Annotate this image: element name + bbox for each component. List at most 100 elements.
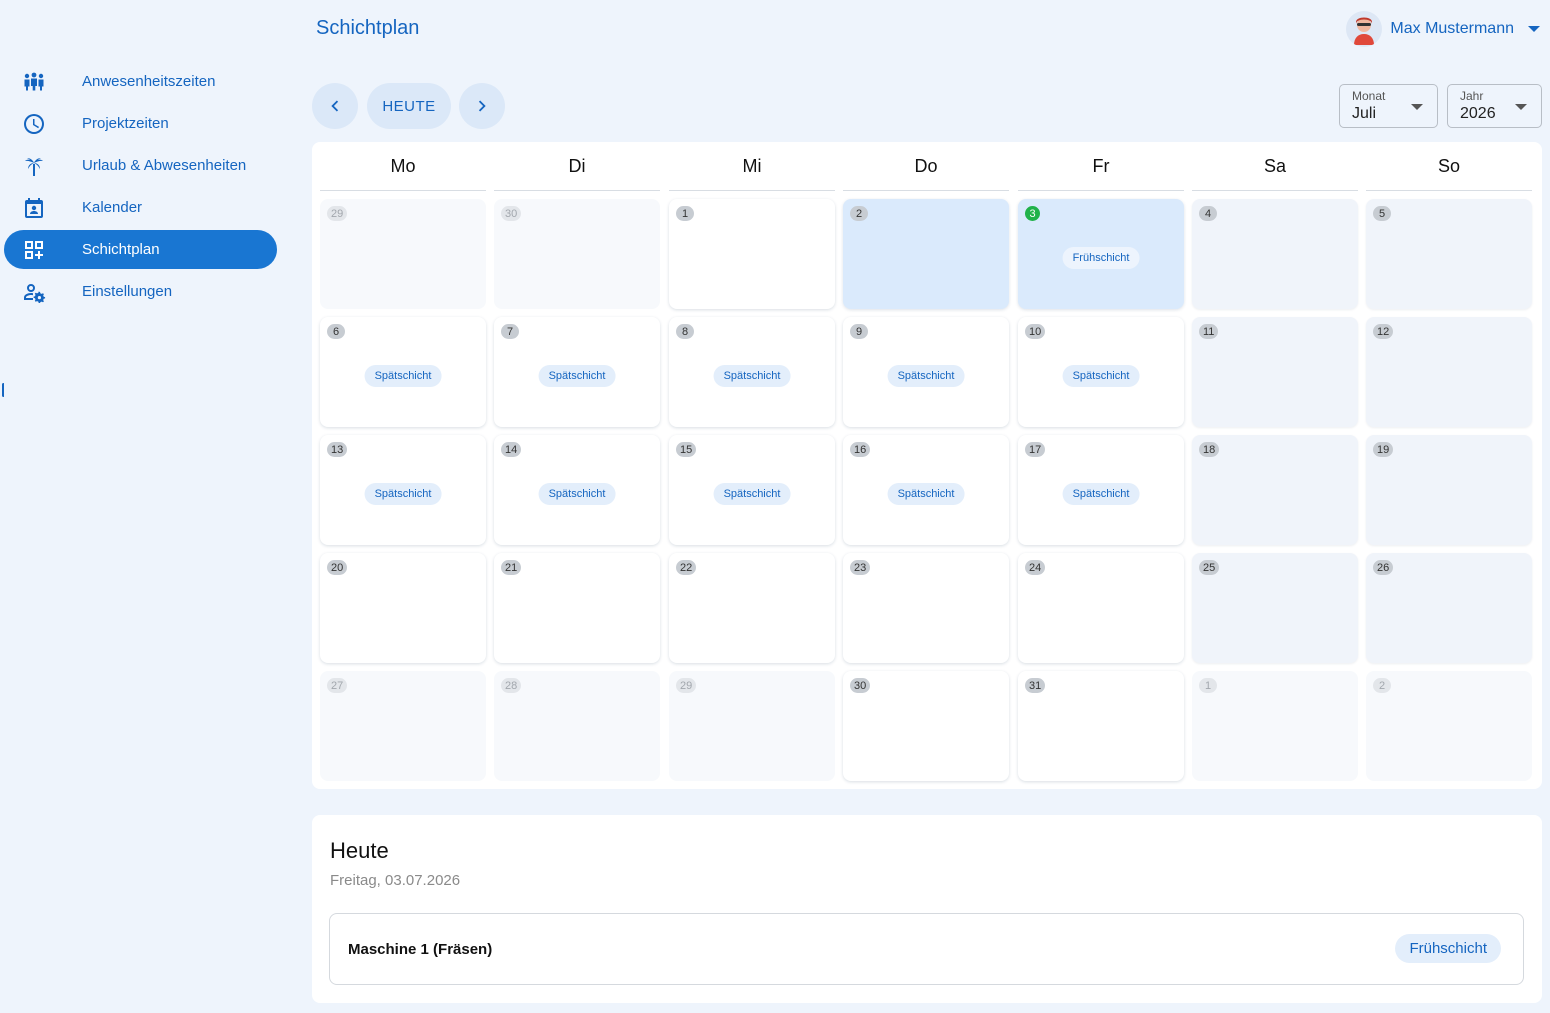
sidebar-item-projektzeiten[interactable]: Projektzeiten <box>4 104 277 143</box>
calendar-day-cell[interactable]: 24 <box>1018 553 1184 663</box>
month-select-label: Monat <box>1352 89 1386 103</box>
year-select[interactable]: Jahr 2026 <box>1447 84 1542 128</box>
shift-entry-machine: Maschine 1 (Fräsen) <box>348 941 493 958</box>
sidebar-item-label: Anwesenheitszeiten <box>82 73 216 90</box>
calendar-day-cell[interactable]: 11 <box>1192 317 1358 427</box>
shift-badge[interactable]: Spätschicht <box>1062 365 1140 387</box>
sidebar-item-schichtplan[interactable]: Schichtplan <box>4 230 277 269</box>
clock-icon <box>20 110 48 138</box>
calendar-day-cell[interactable]: 29 <box>320 199 486 309</box>
shift-badge[interactable]: Frühschicht <box>1062 247 1140 269</box>
calendar-day-cell[interactable]: 13 Spätschicht <box>320 435 486 545</box>
sidebar-item-label: Urlaub & Abwesenheiten <box>82 157 247 174</box>
shift-badge[interactable]: Spätschicht <box>713 483 791 505</box>
calendar-day-cell[interactable]: 30 <box>494 199 660 309</box>
day-number: 29 <box>327 206 348 221</box>
calendar-day-cell[interactable]: 3 Frühschicht <box>1018 199 1184 309</box>
weekday-header: Sa <box>1192 142 1358 191</box>
calendar-day-cell[interactable]: 30 <box>843 671 1009 781</box>
shift-badge[interactable]: Spätschicht <box>538 483 616 505</box>
calendar-day-cell[interactable]: 1 <box>669 199 835 309</box>
calendar-day-cell[interactable]: 18 <box>1192 435 1358 545</box>
calendar-day-cell[interactable]: 2 <box>1366 671 1532 781</box>
day-number: 12 <box>1373 324 1394 339</box>
calendar-day-cell[interactable]: 31 <box>1018 671 1184 781</box>
calendar-day-cell[interactable]: 17 Spätschicht <box>1018 435 1184 545</box>
calendar-day-cell[interactable]: 26 <box>1366 553 1532 663</box>
shift-badge[interactable]: Spätschicht <box>713 365 791 387</box>
day-number: 1 <box>676 206 694 221</box>
calendar-day-cell[interactable]: 7 Spätschicht <box>494 317 660 427</box>
calendar-day-cell[interactable]: 22 <box>669 553 835 663</box>
weekday-header: Fr <box>1018 142 1184 191</box>
calendar-day-cell[interactable]: 28 <box>494 671 660 781</box>
shift-badge[interactable]: Spätschicht <box>1062 483 1140 505</box>
shift-badge[interactable]: Spätschicht <box>887 483 965 505</box>
day-number: 19 <box>1373 442 1394 457</box>
calendar-day-cell[interactable]: 25 <box>1192 553 1358 663</box>
day-number: 16 <box>850 442 871 457</box>
chevron-left-icon <box>331 100 339 112</box>
sidebar: Anwesenheitszeiten Projektzeiten Urlaub … <box>0 0 290 1013</box>
today-panel-date: Freitag, 03.07.2026 <box>330 872 461 889</box>
people-group-icon <box>20 68 48 96</box>
calendar-day-cell[interactable]: 2 <box>843 199 1009 309</box>
sidebar-item-urlaub[interactable]: Urlaub & Abwesenheiten <box>4 146 277 185</box>
shift-badge[interactable]: Spätschicht <box>887 365 965 387</box>
sidebar-item-label: Projektzeiten <box>82 115 169 132</box>
day-number: 4 <box>1199 206 1217 221</box>
calendar-day-cell[interactable]: 21 <box>494 553 660 663</box>
calendar-day-cell[interactable]: 27 <box>320 671 486 781</box>
sidebar-item-einstellungen[interactable]: Einstellungen <box>4 272 277 311</box>
weekday-header: Mi <box>669 142 835 191</box>
shift-entry-badge: Frühschicht <box>1395 934 1501 963</box>
calendar-day-cell[interactable]: 1 <box>1192 671 1358 781</box>
today-button[interactable]: HEUTE <box>367 83 451 129</box>
shift-badge[interactable]: Spätschicht <box>364 483 442 505</box>
calendar-day-cell[interactable]: 14 Spätschicht <box>494 435 660 545</box>
calendar-day-cell[interactable]: 19 <box>1366 435 1532 545</box>
calendar-day-cell[interactable]: 4 <box>1192 199 1358 309</box>
day-number: 18 <box>1199 442 1220 457</box>
calendar-day-cell[interactable]: 6 Spätschicht <box>320 317 486 427</box>
palm-tree-icon <box>20 152 48 180</box>
calendar-day-cell[interactable]: 5 <box>1366 199 1532 309</box>
day-number: 22 <box>676 560 697 575</box>
user-menu[interactable]: Max Mustermann <box>1346 10 1540 48</box>
calendar-day-cell[interactable]: 23 <box>843 553 1009 663</box>
calendar-day-cell[interactable]: 20 <box>320 553 486 663</box>
day-number: 30 <box>501 206 522 221</box>
calendar-day-cell[interactable]: 10 Spätschicht <box>1018 317 1184 427</box>
day-number: 23 <box>850 560 871 575</box>
weekday-header: Mo <box>320 142 486 191</box>
calendar-day-cell[interactable]: 9 Spätschicht <box>843 317 1009 427</box>
next-month-button[interactable] <box>459 83 505 129</box>
day-number: 26 <box>1373 560 1394 575</box>
shift-badge[interactable]: Spätschicht <box>538 365 616 387</box>
today-panel: Heute Freitag, 03.07.2026 Maschine 1 (Fr… <box>312 815 1542 1003</box>
day-number: 27 <box>327 678 348 693</box>
shift-entry[interactable]: Maschine 1 (Fräsen) Frühschicht <box>329 913 1524 985</box>
month-select[interactable]: Monat Juli <box>1339 84 1438 128</box>
calendar-day-cell[interactable]: 29 <box>669 671 835 781</box>
calendar-day-cell[interactable]: 15 Spätschicht <box>669 435 835 545</box>
prev-month-button[interactable] <box>312 83 358 129</box>
day-number: 29 <box>676 678 697 693</box>
calendar-day-cell[interactable]: 16 Spätschicht <box>843 435 1009 545</box>
day-number: 14 <box>501 442 522 457</box>
day-number: 11 <box>1199 324 1219 339</box>
sidebar-item-kalender[interactable]: Kalender <box>4 188 277 227</box>
calendar-day-cell[interactable]: 12 <box>1366 317 1532 427</box>
page-title: Schichtplan <box>316 17 420 39</box>
year-select-label: Jahr <box>1460 89 1484 103</box>
weekday-header: So <box>1366 142 1532 191</box>
day-number: 20 <box>327 560 348 575</box>
day-number: 1 <box>1199 678 1217 693</box>
weekday-header: Do <box>843 142 1009 191</box>
day-number: 21 <box>501 560 522 575</box>
shift-badge[interactable]: Spätschicht <box>364 365 442 387</box>
calendar-day-cell[interactable]: 8 Spätschicht <box>669 317 835 427</box>
today-day-number: 3 <box>1025 206 1040 221</box>
sidebar-item-anwesenheitszeiten[interactable]: Anwesenheitszeiten <box>4 62 277 101</box>
day-number: 13 <box>327 442 348 457</box>
